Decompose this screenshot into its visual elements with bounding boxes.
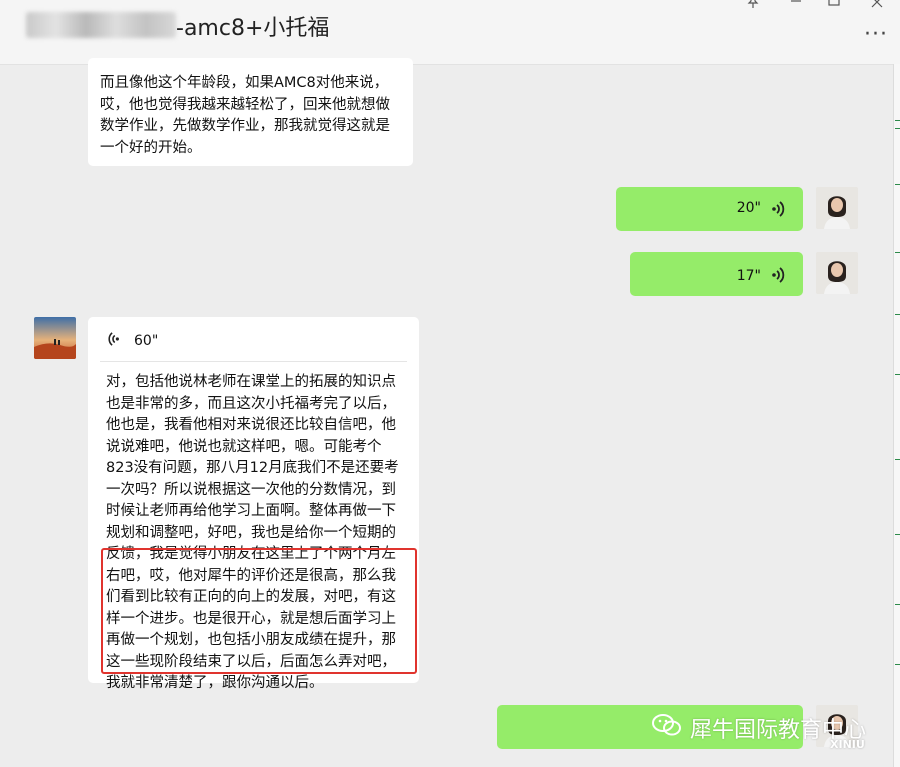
message-bubble-left[interactable]: 而且像他这个年龄段，如果AMC8对他来说， 哎，他也觉得我越来越轻松了，回来他就… <box>88 58 413 166</box>
voice-wave-icon[interactable] <box>106 330 120 356</box>
close-icon[interactable] <box>864 0 890 16</box>
highlight-box <box>101 548 417 674</box>
minimize-icon[interactable] <box>783 0 809 16</box>
voice-duration: 20" <box>736 200 761 216</box>
maximize-icon[interactable] <box>821 0 847 16</box>
chat-title: -amc8+小托福 <box>176 16 330 41</box>
more-icon[interactable]: ··· <box>864 22 888 47</box>
voice-message-self[interactable]: 17" <box>630 252 803 296</box>
voice-wave-icon <box>771 199 787 227</box>
blurred-contact-name <box>26 12 176 38</box>
watermark-logo: XINIU <box>830 738 865 751</box>
chat-header: -amc8+小托福 ··· <box>0 0 900 65</box>
wechat-icon <box>652 712 682 742</box>
voice-wave-icon <box>771 265 787 293</box>
scroll-edge <box>893 64 900 767</box>
avatar-woman-icon[interactable] <box>816 252 858 294</box>
voice-duration: 17" <box>736 268 761 284</box>
avatar-desert-icon[interactable] <box>34 317 76 359</box>
avatar-woman-icon[interactable] <box>816 187 858 229</box>
voice-duration: 60" <box>134 333 159 349</box>
pin-icon[interactable] <box>740 0 766 16</box>
divider <box>100 361 407 362</box>
message-text: 而且像他这个年龄段，如果AMC8对他来说， 哎，他也觉得我越来越轻松了，回来他就… <box>100 75 390 156</box>
voice-message-self[interactable]: 20" <box>616 187 803 231</box>
